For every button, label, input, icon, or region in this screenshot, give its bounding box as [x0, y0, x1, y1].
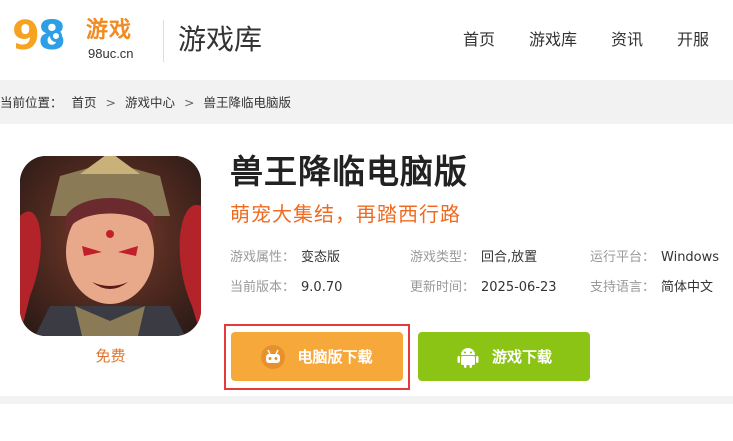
attr-key: 运行平台： [590, 250, 656, 265]
attr-value: 2025-06-23 [481, 280, 557, 295]
attr-value: 9.0.70 [301, 280, 343, 295]
breadcrumb-home[interactable]: 首页 [72, 95, 97, 110]
attr-key: 支持语言： [590, 280, 656, 295]
logo-brand-text: 游戏 [86, 18, 133, 43]
attr-value: 简体中文 [661, 280, 714, 295]
price-label: 免费 [95, 347, 126, 365]
breadcrumb: 当前位置： 首页 > 游戏中心 > 兽王降临电脑版 [0, 94, 296, 112]
nav-news[interactable]: 资讯 [611, 28, 643, 52]
breadcrumb-prefix: 当前位置： [0, 95, 63, 110]
game-icon[interactable] [20, 156, 201, 336]
header-title: 游戏库 [178, 23, 263, 56]
nav-game-library[interactable]: 游戏库 [529, 28, 577, 52]
game-download-button[interactable]: 游戏下载 [418, 332, 590, 381]
pc-download-label: 电脑版下载 [297, 347, 373, 366]
header-divider [163, 20, 164, 62]
attr-game-type: 游戏类型： 回合,放置 [410, 248, 537, 268]
attribute-row: 当前版本： 9.0.70 更新时间： 2025-06-23 支持语言： 简体中文 [230, 278, 730, 308]
android-icon [456, 345, 480, 369]
site-header: 9 8 游戏 98uc.cn 游戏库 首页 游戏库 资讯 开服 [0, 0, 733, 80]
attr-platform: 运行平台： Windows [590, 248, 719, 268]
attr-value: 回合,放置 [481, 250, 538, 265]
attr-value: 变态版 [301, 250, 341, 265]
game-icon-art [20, 156, 201, 336]
game-slogan: 萌宠大集结，再踏西行路 [230, 202, 461, 226]
attr-update-time: 更新时间： 2025-06-23 [410, 278, 557, 298]
main-nav: 首页 游戏库 资讯 开服 [429, 28, 709, 52]
logo-domain: 98uc.cn [88, 46, 134, 61]
nav-home[interactable]: 首页 [463, 28, 495, 52]
game-detail-card: 免费 兽王降临电脑版 萌宠大集结，再踏西行路 游戏属性： 变态版 游戏类型： 回合,… [0, 124, 733, 396]
logo-digit-nine: 9 [12, 13, 40, 59]
attr-key: 游戏属性： [230, 250, 296, 265]
game-title: 兽王降临电脑版 [230, 152, 468, 191]
attr-game-property: 游戏属性： 变态版 [230, 248, 340, 268]
attribute-row: 游戏属性： 变态版 游戏类型： 回合,放置 运行平台： Windows [230, 248, 730, 278]
game-download-label: 游戏下载 [491, 347, 552, 366]
pc-download-button[interactable]: 电脑版下载 [231, 332, 403, 381]
nav-server-open[interactable]: 开服 [677, 28, 709, 52]
attr-key: 更新时间： [410, 280, 476, 295]
attr-language: 支持语言： 简体中文 [590, 278, 713, 298]
breadcrumb-current[interactable]: 兽王降临电脑版 [203, 95, 291, 110]
breadcrumb-separator: > [183, 95, 195, 110]
attr-version: 当前版本： 9.0.70 [230, 278, 342, 298]
attr-value: Windows [661, 250, 720, 265]
breadcrumb-game-center[interactable]: 游戏中心 [125, 95, 175, 110]
game-attributes: 游戏属性： 变态版 游戏类型： 回合,放置 运行平台： Windows 当前版本： 9.… [230, 248, 730, 308]
breadcrumb-separator: > [105, 95, 116, 110]
next-section [0, 404, 733, 441]
attr-key: 游戏类型： [410, 250, 476, 265]
logo-eye-icon [50, 30, 62, 42]
site-logo[interactable]: 9 8 游戏 98uc.cn [12, 12, 152, 68]
attr-key: 当前版本： [230, 280, 296, 295]
gamepad-robot-icon [261, 344, 286, 369]
